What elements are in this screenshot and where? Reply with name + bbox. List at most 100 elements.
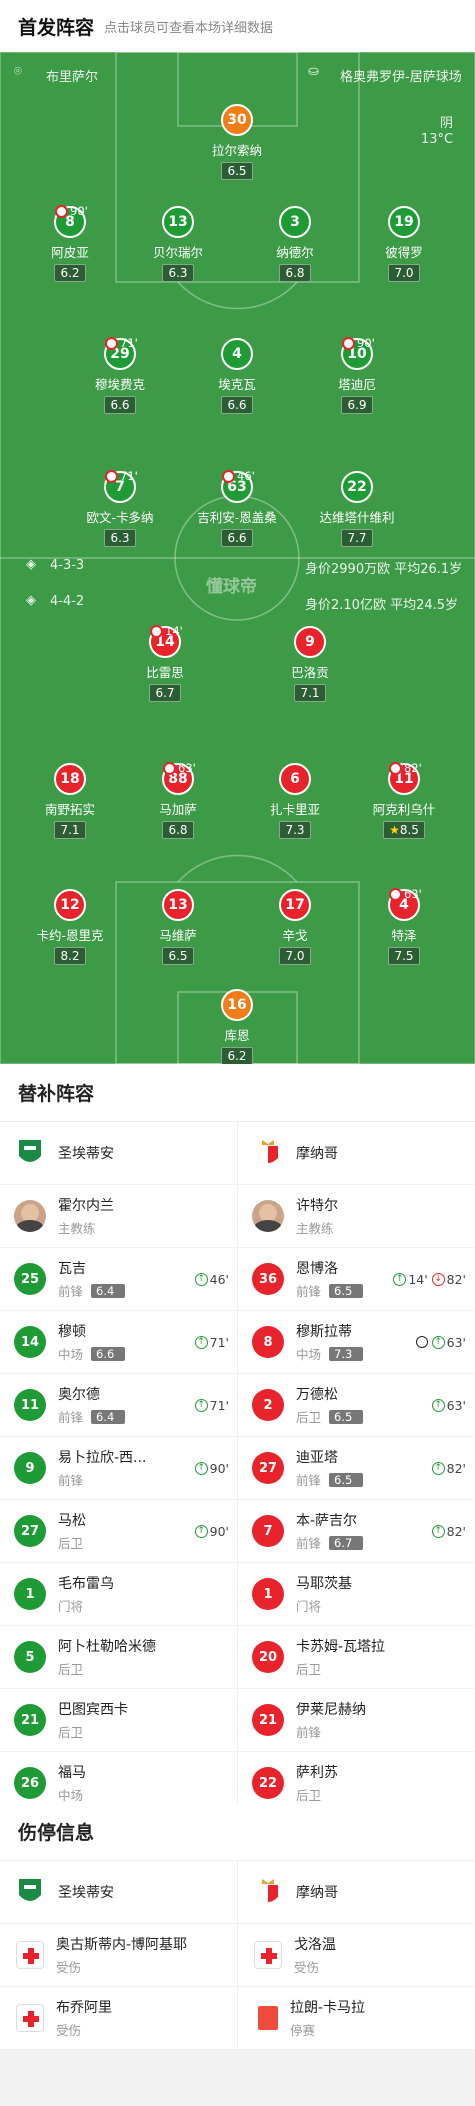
pitch-player[interactable]: 12 卡约-恩里克 8.2 [25, 889, 115, 965]
pitch-player[interactable]: 3 纳德尔 6.8 [250, 206, 340, 282]
pitch-player[interactable]: 16 库恩 6.2 [192, 989, 282, 1064]
sub-in-icon: ↑ [194, 1398, 208, 1412]
sub-player-row[interactable]: 11 奥尔德 前锋 6.4 ↑ 71' [0, 1374, 237, 1437]
sub-player-row[interactable]: 36 恩博洛 前锋 6.5 ↑ 14' ↓ 82' [238, 1248, 474, 1311]
pitch-player[interactable]: 18 南野拓实 7.1 [25, 763, 115, 839]
pitch-player[interactable]: 8 90' 阿皮亚 6.2 [25, 204, 115, 282]
sub-player-position: 后卫 [296, 1662, 322, 1677]
sub-event: ↑ 90' [194, 1523, 229, 1539]
sub-in-icon: ↑ [194, 1461, 208, 1475]
sub-player-row[interactable]: 27 迪亚塔 前锋 6.5 ↑ 82' [238, 1437, 474, 1500]
injury-row[interactable]: 戈洛温 受伤 [238, 1924, 474, 1987]
home-team-tag: ⌾ [14, 64, 22, 79]
sub-player-row[interactable]: 25 瓦吉 前锋 6.4 ↑ 46' [0, 1248, 237, 1311]
injury-row[interactable]: 布乔阿里 受伤 [0, 1987, 237, 2050]
sub-player-number: 25 [14, 1263, 46, 1295]
home-injury-team-row[interactable]: 圣埃蒂安 [0, 1861, 237, 1924]
sub-in-minute: 90' [209, 1523, 229, 1539]
player-name: 马加萨 [159, 802, 197, 817]
sub-player-number: 8 [252, 1326, 284, 1358]
away-injury-column: 摩纳哥 戈洛温 受伤 拉朗-卡马拉 停赛 [237, 1861, 474, 2050]
rating-value: 6.5 [168, 949, 188, 963]
sub-player-number: 26 [14, 1767, 46, 1799]
pitch-player[interactable]: 14 14' 比雷思 6.7 [120, 624, 210, 702]
pitch-player[interactable]: 13 马维萨 6.5 [133, 889, 223, 965]
pitch-player[interactable]: 13 贝尔瑞尔 6.3 [133, 206, 223, 282]
home-team-row[interactable]: 圣埃蒂安 [0, 1122, 237, 1185]
sub-player-row[interactable]: 9 易卜拉欣-西... 前锋 ↑ 90' [0, 1437, 237, 1500]
medical-kit-icon [16, 2004, 44, 2032]
sub-in-icon: ↑ [431, 1461, 445, 1475]
subs-section: 替补阵容 圣埃蒂安 霍尔内兰 主教练 25 瓦吉 前锋 6.4 ↑ 46' 14 穆顿 中场 6.6… [0, 1064, 475, 1815]
pitch-player[interactable]: 7 71' 欧文-卡多纳 6.3 [75, 469, 165, 547]
pitch-player[interactable]: 19 彼得罗 7.0 [359, 206, 449, 282]
sub-in-icon: ↑ [431, 1524, 445, 1538]
sub-out-icon [342, 336, 355, 350]
sub-player-row[interactable]: 2 万德松 后卫 6.5 ↑ 63' [238, 1374, 474, 1437]
rating-value: 6.3 [110, 531, 130, 545]
rating-value: 6.6 [227, 398, 247, 412]
player-rating: 6.5 [162, 947, 194, 965]
sub-player-row[interactable]: 14 穆顿 中场 6.6 ↑ 71' [0, 1311, 237, 1374]
injury-row[interactable]: 拉朗-卡马拉 停赛 [238, 1987, 474, 2050]
pitch-player[interactable]: 4 63' 特泽 7.5 [359, 887, 449, 965]
sub-player-row[interactable]: 21 巴图宾西卡 后卫 [0, 1689, 237, 1752]
sub-player-row[interactable]: 8 穆斯拉蒂 中场 7.3 ↑ 63' [238, 1311, 474, 1374]
sub-player-rating: 6.4 [91, 1409, 126, 1424]
pitch-player[interactable]: 30 拉尔索纳 6.5 [192, 104, 282, 180]
sub-event: ↑ 63' [415, 1335, 466, 1350]
sub-player-rating: 6.5 [329, 1409, 364, 1424]
player-rating: 7.0 [388, 264, 420, 282]
sub-in-icon: ↑ [194, 1335, 208, 1349]
coach-avatar [252, 1200, 284, 1232]
player-name: 吉利安-恩盖桑 [197, 510, 277, 525]
sub-player-rating: 7.3 [329, 1346, 364, 1361]
sub-out-icon [105, 336, 118, 350]
injury-title: 伤停信息 [0, 1803, 475, 1861]
player-rating: 6.7 [149, 684, 181, 702]
sub-out-icon [105, 469, 118, 483]
rating-value: 6.2 [227, 1049, 247, 1063]
home-stats: 身价2990万欧 平均26.1岁 [305, 562, 463, 577]
injury-row[interactable]: 奥古斯蒂内-博阿基耶 受伤 [0, 1924, 237, 1987]
sub-player-number: 27 [252, 1452, 284, 1484]
pitch-player[interactable]: 63 46' 吉利安-恩盖桑 6.6 [192, 469, 282, 547]
pitch-player[interactable]: 11 82' 阿克利乌什 ★8.5 [359, 761, 449, 839]
rating-value: 7.0 [394, 266, 414, 280]
sub-out-icon [222, 469, 235, 483]
player-rating: 7.3 [279, 821, 311, 839]
pitch-player[interactable]: 4 埃克瓦 6.6 [192, 338, 282, 414]
away-injury-team-row[interactable]: 摩纳哥 [238, 1861, 474, 1924]
sub-player-position: 前锋 [296, 1284, 322, 1299]
sub-in-icon: ↑ [431, 1335, 445, 1349]
player-rating: 6.6 [221, 529, 253, 547]
sub-player-number: 1 [14, 1578, 46, 1610]
pitch-player[interactable]: 22 达维塔什维利 7.7 [312, 471, 402, 547]
rating-value: 6.9 [347, 398, 367, 412]
sub-player-row[interactable]: 20 卡苏姆-瓦塔拉 后卫 [238, 1626, 474, 1689]
pitch-player[interactable]: 88 63' 马加萨 6.8 [133, 761, 223, 839]
rating-value: 6.6 [227, 531, 247, 545]
sub-player-row[interactable]: 1 马耶茨基 门将 [238, 1563, 474, 1626]
sub-player-number: 27 [14, 1515, 46, 1547]
player-name: 卡约-恩里克 [36, 928, 104, 943]
pitch-player[interactable]: 29 71' 穆埃费克 6.6 [75, 336, 165, 414]
pitch-player[interactable]: 9 巴洛贡 7.1 [265, 626, 355, 702]
sub-player-row[interactable]: 21 伊莱尼赫纳 前锋 [238, 1689, 474, 1752]
player-number: 12 [54, 889, 86, 921]
sub-event: ↑ 82' [431, 1461, 466, 1476]
away-coach-row[interactable]: 许特尔 主教练 [238, 1185, 474, 1248]
pitch-player[interactable]: 6 扎卡里亚 7.3 [250, 763, 340, 839]
sub-minute: 90' [357, 336, 375, 350]
sub-player-row[interactable]: 5 阿卜杜勒哈米德 后卫 [0, 1626, 237, 1689]
pitch-player[interactable]: 17 辛戈 7.0 [250, 889, 340, 965]
sub-player-row[interactable]: 1 毛布雷乌 门将 [0, 1563, 237, 1626]
player-number: 16 [221, 989, 253, 1021]
sub-player-row[interactable]: 7 本-萨吉尔 前锋 6.7 ↑ 82' [238, 1500, 474, 1563]
home-coach-row[interactable]: 霍尔内兰 主教练 [0, 1185, 237, 1248]
sub-player-number: 11 [14, 1389, 46, 1421]
pitch-player[interactable]: 10 90' 塔迪厄 6.9 [312, 336, 402, 414]
sub-player-row[interactable]: 27 马松 后卫 ↑ 90' [0, 1500, 237, 1563]
away-team-row[interactable]: 摩纳哥 [238, 1122, 474, 1185]
sub-player-name: 本-萨吉尔 [296, 1513, 358, 1529]
